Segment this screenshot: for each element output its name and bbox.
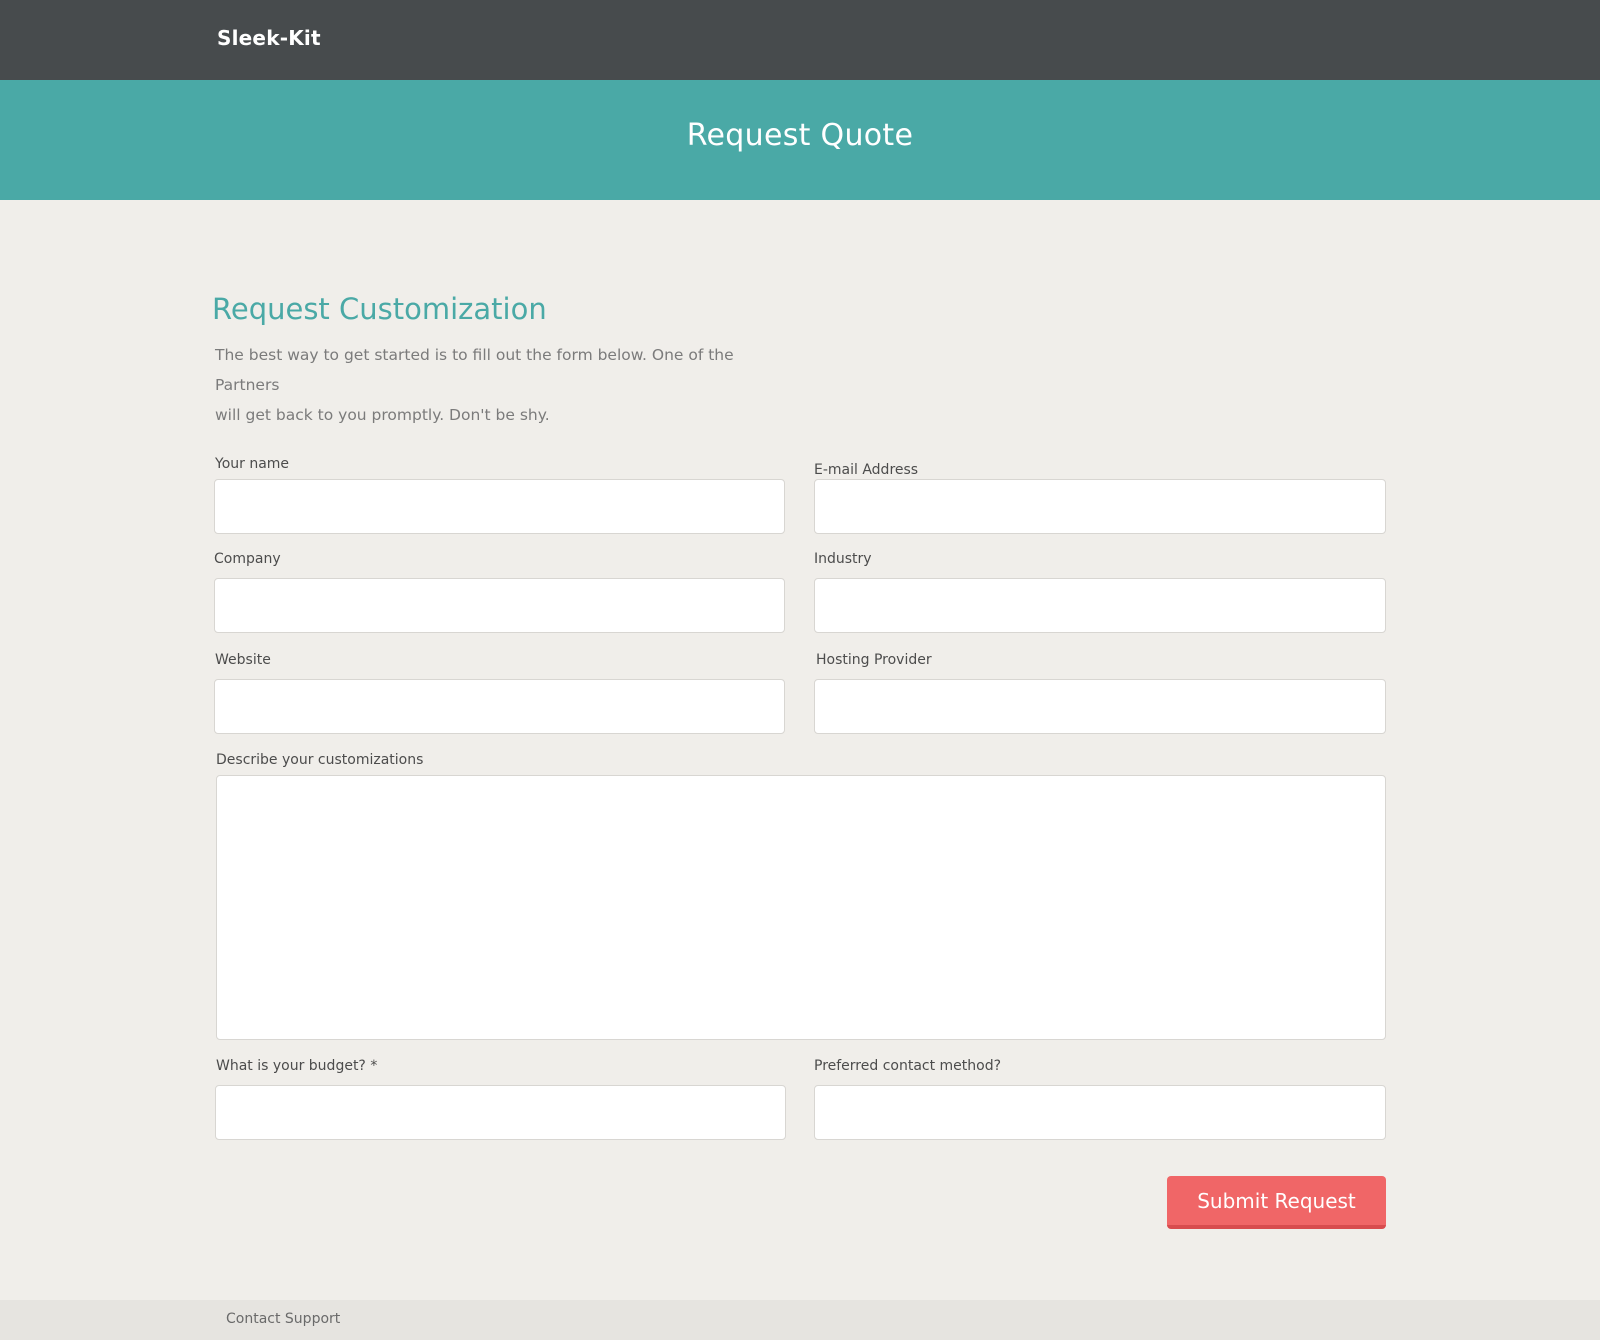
company-input[interactable] bbox=[214, 578, 785, 633]
budget-label: What is your budget? * bbox=[216, 1058, 378, 1074]
industry-input[interactable] bbox=[814, 578, 1386, 633]
footer-bar: Contact Support bbox=[0, 1300, 1600, 1340]
your-name-input[interactable] bbox=[214, 479, 785, 534]
website-input[interactable] bbox=[214, 679, 785, 734]
email-address-input[interactable] bbox=[814, 479, 1386, 534]
company-label: Company bbox=[214, 551, 281, 567]
intro-text-line-2: will get back to you promptly. Don't be … bbox=[215, 406, 550, 424]
intro-text-line-1: The best way to get started is to fill o… bbox=[215, 346, 734, 394]
top-navbar: Sleek-Kit bbox=[0, 0, 1600, 80]
industry-label: Industry bbox=[814, 551, 872, 567]
customizations-label: Describe your customizations bbox=[216, 752, 424, 768]
website-label: Website bbox=[215, 652, 271, 668]
hosting-provider-label: Hosting Provider bbox=[816, 652, 932, 668]
brand-logo-text[interactable]: Sleek-Kit bbox=[217, 26, 321, 50]
section-title: Request Customization bbox=[212, 292, 547, 326]
contact-support-link[interactable]: Contact Support bbox=[226, 1311, 340, 1327]
submit-request-button[interactable]: Submit Request bbox=[1167, 1176, 1386, 1229]
your-name-label: Your name bbox=[215, 456, 290, 472]
contact-method-input[interactable] bbox=[814, 1085, 1386, 1140]
customizations-textarea[interactable] bbox=[216, 775, 1386, 1040]
hosting-provider-input[interactable] bbox=[814, 679, 1386, 734]
page-title: Request Quote bbox=[686, 118, 914, 153]
intro-text: The best way to get started is to fill o… bbox=[215, 340, 795, 430]
email-address-label: E-mail Address bbox=[814, 462, 919, 478]
page-header-banner: Request Quote bbox=[0, 80, 1600, 200]
contact-method-label: Preferred contact method? bbox=[814, 1058, 1002, 1074]
budget-input[interactable] bbox=[215, 1085, 786, 1140]
